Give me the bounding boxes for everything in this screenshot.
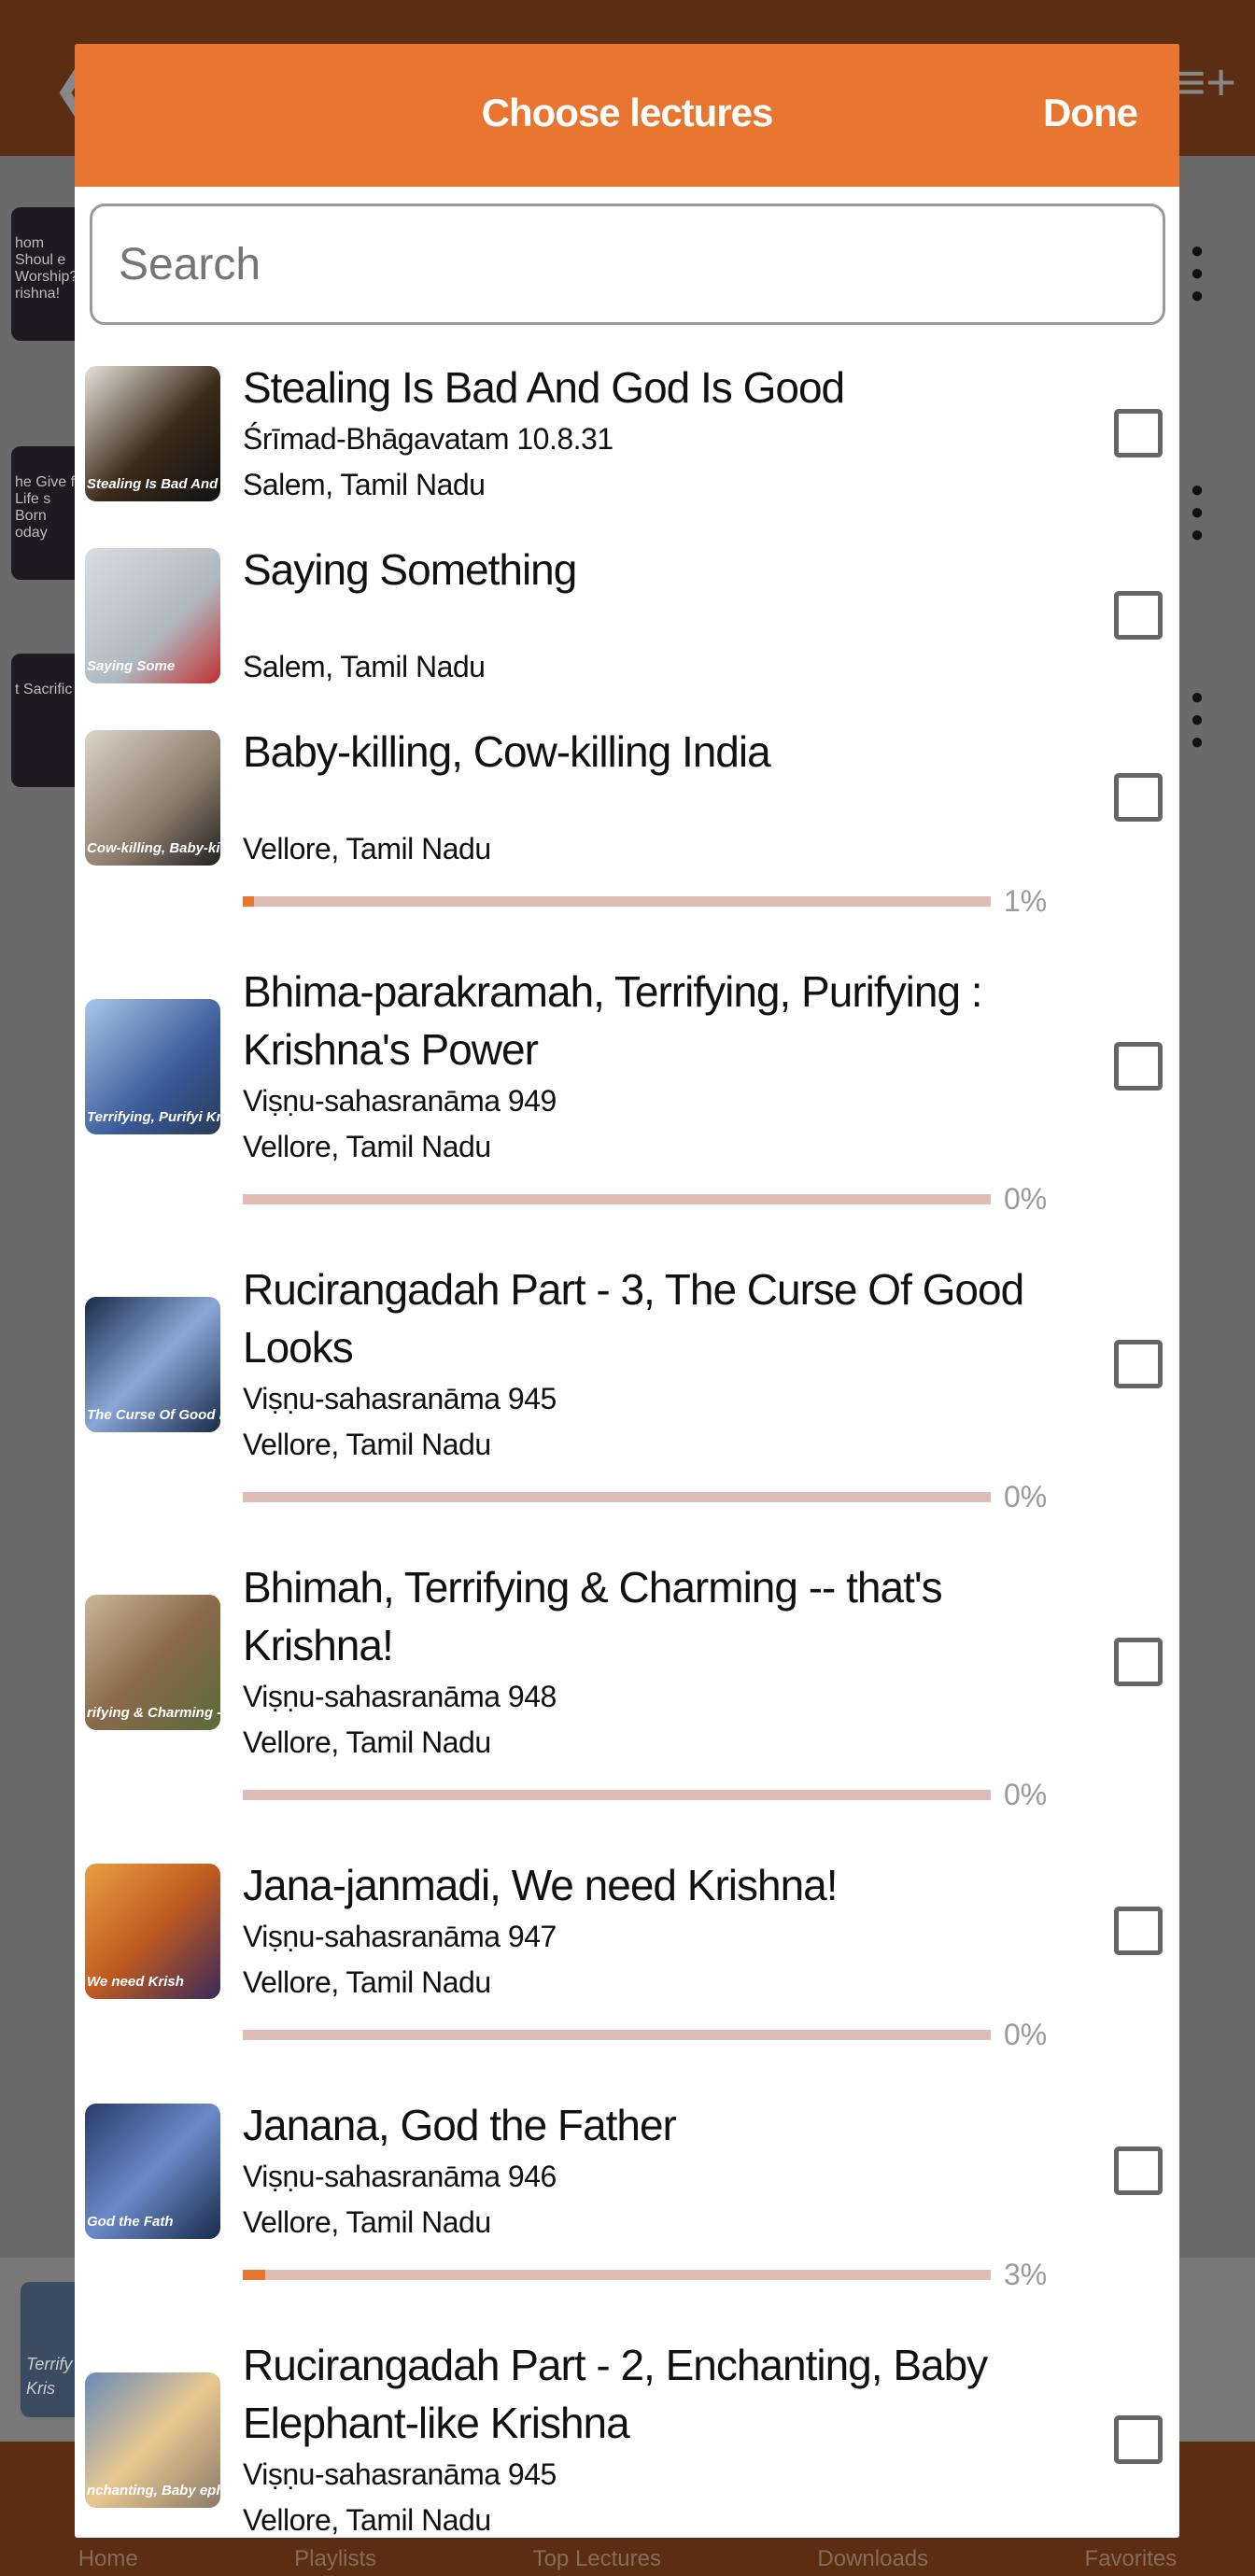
more-options-icon[interactable]: ● ● ● (1178, 240, 1216, 307)
lecture-title: Bhimah, Terrifying & Charming -- that's … (243, 1563, 943, 1669)
lecture-source: Viṣṇu-sahasranāma 946 (243, 2160, 557, 2193)
lecture-item[interactable]: Saying Some Saying Something Salem, Tami… (75, 528, 1179, 710)
lecture-title: Saying Something (243, 545, 577, 594)
select-checkbox[interactable] (1114, 1042, 1163, 1091)
progress-bar (243, 1491, 991, 1502)
lecture-source (243, 598, 1055, 644)
progress-row: 0% (243, 2006, 1179, 2063)
thumbnail-caption: The Curse Of Good L (87, 1406, 220, 1423)
progress-bar (243, 1789, 991, 1800)
thumbnail-caption: God the Fath (87, 2213, 174, 2230)
search-input[interactable] (90, 204, 1165, 325)
lecture-thumbnail: God the Fath (85, 2103, 220, 2239)
lecture-source: Viṣṇu-sahasranāma 949 (243, 1084, 557, 1118)
lecture-item[interactable]: Stealing Is Bad And God Is Good Stealing… (75, 345, 1179, 528)
lecture-thumbnail: Cow-killing, Baby-killing (85, 729, 220, 866)
lecture-item[interactable]: We need Krish Jana-janmadi, We need Kris… (75, 1843, 1179, 2083)
lecture-location: Salem, Tamil Nadu (243, 468, 486, 501)
more-options-icon[interactable]: ● ● ● (1178, 686, 1216, 753)
progress-bar (243, 2029, 991, 2040)
progress-bar (243, 895, 991, 907)
lecture-item[interactable]: God the Fath Janana, God the Father Viṣṇ… (75, 2083, 1179, 2323)
done-button[interactable]: Done (1043, 91, 1138, 135)
thumbnail-caption: Cow-killing, Baby-killing (87, 839, 220, 856)
lecture-item[interactable]: Terrifying, Purifyi Krishna's Powe Bhima… (75, 950, 1179, 1247)
nav-top-lectures[interactable]: Top Lectures (533, 2546, 661, 2572)
lecture-source: Viṣṇu-sahasranāma 947 (243, 1920, 557, 1953)
progress-row: 3% (243, 2245, 1179, 2303)
thumbnail-caption: Saying Some (87, 657, 176, 674)
progress-fill (243, 895, 254, 907)
progress-percent: 0% (1004, 1479, 1048, 1513)
progress-bar (243, 1193, 991, 1204)
nav-playlists[interactable]: Playlists (294, 2546, 376, 2572)
select-checkbox[interactable] (1114, 1907, 1163, 1955)
thumbnail-caption: Stealing Is Bad And God Is Good (87, 475, 220, 492)
lecture-item[interactable]: nchanting, Baby ephant-like Krishna Ruci… (75, 2323, 1179, 2538)
dialog-title: Choose lectures (481, 91, 774, 134)
lecture-item[interactable]: The Curse Of Good L Rucirangadah Part - … (75, 1247, 1179, 1545)
select-checkbox[interactable] (1114, 591, 1163, 640)
thumbnail-caption: Terrifying, Purifyi Krishna's Powe (87, 1108, 220, 1125)
lecture-thumbnail: We need Krish (85, 1863, 220, 1999)
lecture-thumbnail: The Curse Of Good L (85, 1296, 220, 1432)
progress-percent: 0% (1004, 1181, 1048, 1216)
progress-bar (243, 2269, 991, 2280)
lecture-location: Vellore, Tamil Nadu (243, 1965, 491, 1999)
select-checkbox[interactable] (1114, 773, 1163, 822)
lecture-thumbnail: rifying & Charming -- that's (85, 1594, 220, 1730)
lecture-source: Śrīmad-Bhāgavatam 10.8.31 (243, 422, 613, 456)
lecture-location: Vellore, Tamil Nadu (243, 2503, 491, 2537)
lecture-list[interactable]: Stealing Is Bad And God Is Good Stealing… (75, 345, 1179, 2538)
progress-row: 1% (243, 872, 1179, 930)
lecture-location: Vellore, Tamil Nadu (243, 1428, 491, 1461)
lecture-location: Salem, Tamil Nadu (243, 650, 486, 683)
lecture-location: Vellore, Tamil Nadu (243, 2205, 491, 2239)
progress-percent: 1% (1004, 883, 1048, 918)
lecture-title: Stealing Is Bad And God Is Good (243, 363, 845, 412)
select-checkbox[interactable] (1114, 2147, 1163, 2195)
lecture-thumbnail: Terrifying, Purifyi Krishna's Powe (85, 998, 220, 1134)
lecture-location: Vellore, Tamil Nadu (243, 1130, 491, 1163)
lecture-location: Vellore, Tamil Nadu (243, 1725, 491, 1759)
lecture-title: Baby-killing, Cow-killing India (243, 727, 771, 776)
nav-favorites[interactable]: Favorites (1085, 2546, 1177, 2572)
lecture-title: Rucirangadah Part - 2, Enchanting, Baby … (243, 2341, 988, 2447)
select-checkbox[interactable] (1114, 1340, 1163, 1388)
more-options-icon[interactable]: ● ● ● (1178, 479, 1216, 546)
select-checkbox[interactable] (1114, 409, 1163, 457)
progress-row: 0% (243, 1468, 1179, 1526)
progress-row: 0% (243, 1766, 1179, 1823)
dialog-header: Choose lectures Done (75, 44, 1179, 187)
thumbnail-caption: rifying & Charming -- that's (87, 1704, 220, 1721)
lecture-title: Rucirangadah Part - 3, The Curse Of Good… (243, 1265, 1024, 1372)
progress-row: 0% (243, 1170, 1179, 1228)
lecture-thumbnail: nchanting, Baby ephant-like Krishna (85, 2372, 220, 2508)
thumbnail-caption: nchanting, Baby ephant-like Krishna (87, 2482, 220, 2499)
lecture-item[interactable]: rifying & Charming -- that's Bhimah, Ter… (75, 1545, 1179, 1843)
lecture-thumbnail: Saying Some (85, 547, 220, 683)
nav-downloads[interactable]: Downloads (817, 2546, 928, 2572)
thumbnail-caption: We need Krish (87, 1973, 184, 1990)
select-checkbox[interactable] (1114, 1638, 1163, 1686)
progress-percent: 3% (1004, 2257, 1048, 2291)
lecture-source: Viṣṇu-sahasranāma 945 (243, 2457, 557, 2491)
lecture-title: Janana, God the Father (243, 2101, 677, 2149)
lecture-location: Vellore, Tamil Nadu (243, 832, 491, 866)
progress-percent: 0% (1004, 1777, 1048, 1811)
lecture-source: Viṣṇu-sahasranāma 945 (243, 1382, 557, 1415)
lecture-item[interactable]: Cow-killing, Baby-killing Baby-killing, … (75, 710, 1179, 950)
select-checkbox[interactable] (1114, 2415, 1163, 2464)
lecture-source (243, 781, 1055, 826)
nav-home[interactable]: Home (78, 2546, 138, 2572)
lecture-title: Bhima-parakramah, Terrifying, Purifying … (243, 967, 983, 1074)
lecture-thumbnail: Stealing Is Bad And God Is Good (85, 365, 220, 501)
progress-percent: 0% (1004, 2017, 1048, 2051)
lecture-title: Jana-janmadi, We need Krishna! (243, 1861, 839, 1909)
progress-fill (243, 2269, 266, 2280)
choose-lectures-dialog: Choose lectures Done Stealing Is Bad And… (75, 44, 1179, 2538)
playlist-add-icon[interactable]: ≡+ (1176, 51, 1236, 112)
lecture-source: Viṣṇu-sahasranāma 948 (243, 1680, 557, 1713)
